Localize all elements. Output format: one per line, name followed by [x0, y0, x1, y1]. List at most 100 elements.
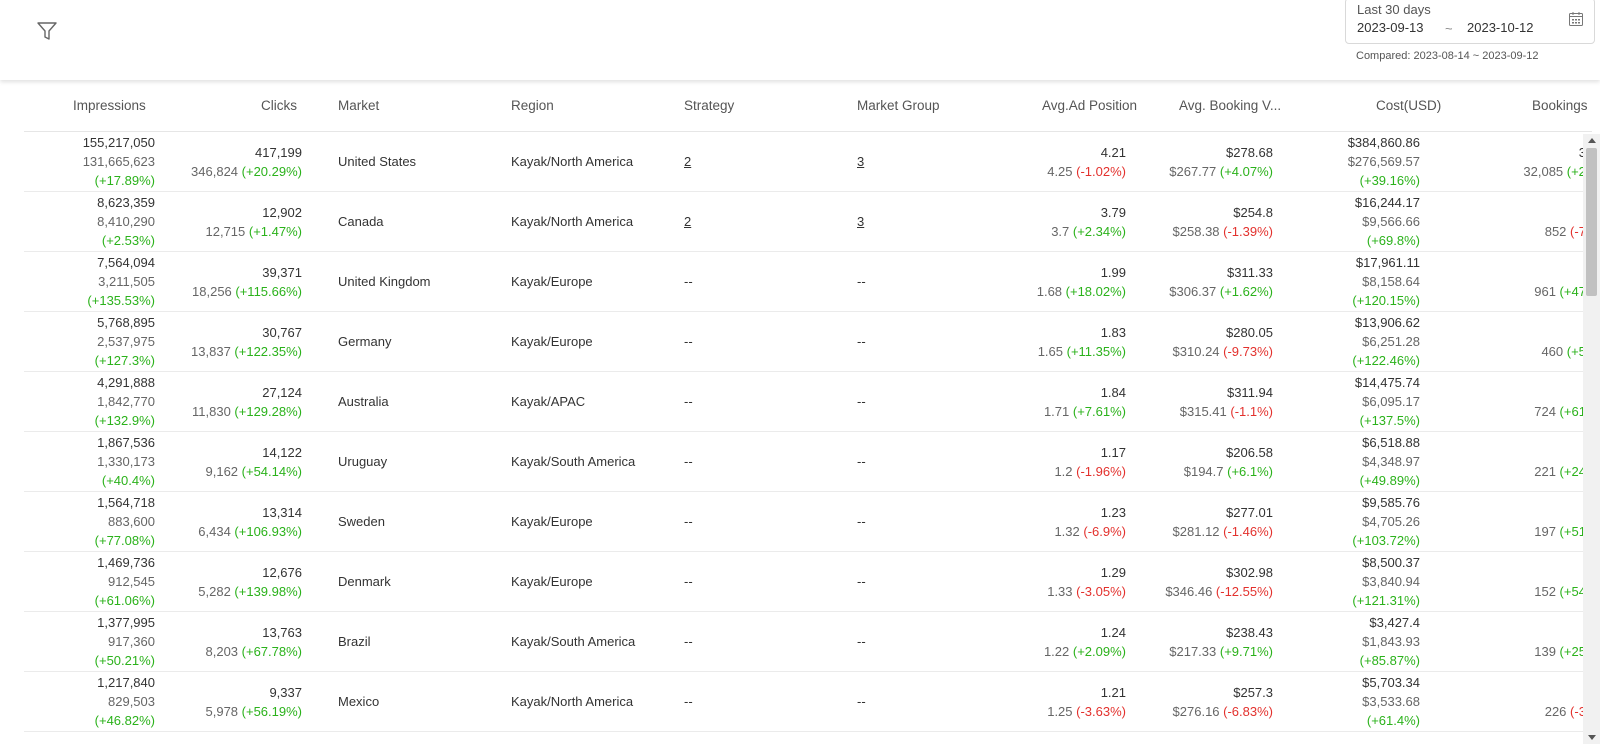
cell-market: Brazil	[338, 612, 498, 671]
cell-strategy[interactable]: 2	[684, 192, 744, 251]
abv-comparison-line: $267.77 (+4.07%)	[1169, 162, 1273, 181]
clicks-comparison-line: 346,824 (+20.29%)	[191, 162, 302, 181]
col-header-clicks[interactable]: Clicks	[261, 98, 297, 113]
cost-current-value: $384,860.86	[1347, 135, 1420, 150]
filter-icon[interactable]	[36, 20, 58, 42]
cell-strategy[interactable]: --	[684, 372, 744, 431]
group-value[interactable]: 3	[857, 152, 864, 171]
cell-group[interactable]: 3	[857, 132, 917, 191]
cell-pos: 1.83 1.65 (+11.35%)	[1004, 312, 1126, 371]
table-row[interactable]: 7,564,094 3,211,505 (+135.53%) 39,371 18,256…	[24, 252, 1592, 312]
pos-previous-value: 1.32	[1054, 523, 1084, 539]
table-row[interactable]: 1,867,536 1,330,173 (+40.4%) 14,122 9,162 (…	[24, 432, 1592, 492]
cell-book: 32,932,085 (+2.64	[1454, 132, 1592, 191]
table-header: Impressions Clicks Market Region Strateg…	[24, 88, 1592, 132]
cost-previous-value: $276,569.57	[1347, 154, 1420, 169]
cell-group[interactable]: --	[857, 312, 917, 371]
market-value: Canada	[338, 214, 384, 229]
clicks-change-percent: (+56.19%)	[241, 703, 302, 719]
cost-change-percent: (+137.5%)	[1359, 413, 1420, 428]
table-row[interactable]: 8,623,359 8,410,290 (+2.53%) 12,902 12,715 …	[24, 192, 1592, 252]
impr-current-value: 4,291,888	[97, 375, 155, 390]
cell-strategy[interactable]: --	[684, 552, 744, 611]
clicks-comparison-line: 5,282 (+139.98%)	[198, 582, 302, 601]
cell-group[interactable]: --	[857, 612, 917, 671]
cell-strategy[interactable]: --	[684, 492, 744, 551]
pos-change-percent: (-3.63%)	[1076, 703, 1126, 719]
clicks-previous-value: 5,978	[205, 703, 242, 719]
strategy-value[interactable]: 2	[684, 152, 691, 171]
table-row[interactable]: 155,217,050 131,665,623 (+17.89%) 417,199 34…	[24, 132, 1592, 192]
col-header-avg-booking-value[interactable]: Avg. Booking V...	[1179, 98, 1281, 113]
cell-strategy[interactable]: --	[684, 252, 744, 311]
group-value: --	[857, 574, 866, 589]
col-header-region[interactable]: Region	[511, 98, 554, 113]
cost-previous-value: $6,095.17	[1362, 394, 1420, 409]
cell-group[interactable]: --	[857, 492, 917, 551]
pos-change-percent: (+2.09%)	[1072, 643, 1126, 659]
table-row[interactable]: 1,377,995 917,360 (+50.21%) 13,763 8,203 (+…	[24, 612, 1592, 672]
date-range-picker[interactable]: Last 30 days 2023-09-13 ~ 2023-10-12	[1345, 0, 1595, 44]
impr-previous-value: 8,410,290	[97, 214, 155, 229]
table-row[interactable]: 1,564,718 883,600 (+77.08%) 13,314 6,434 (+…	[24, 492, 1592, 552]
impr-change-percent: (+17.89%)	[94, 173, 155, 188]
col-header-cost[interactable]: Cost(USD)	[1376, 98, 1441, 113]
date-end-input[interactable]: 2023-10-12	[1467, 20, 1534, 35]
impr-current-value: 8,623,359	[97, 195, 155, 210]
cell-clicks: 12,676 5,282 (+139.98%)	[174, 552, 302, 611]
pos-change-percent: (-1.02%)	[1076, 163, 1126, 179]
col-header-strategy[interactable]: Strategy	[684, 98, 734, 113]
abv-previous-value: $217.33	[1169, 643, 1220, 659]
cell-strategy[interactable]: --	[684, 432, 744, 491]
cost-previous-value: $4,705.26	[1362, 514, 1420, 529]
scroll-down-icon[interactable]	[1588, 735, 1596, 740]
vertical-scrollbar[interactable]	[1583, 134, 1600, 744]
cell-strategy[interactable]: 2	[684, 132, 744, 191]
col-header-avg-ad-position[interactable]: Avg.Ad Position	[1042, 98, 1137, 113]
cell-strategy[interactable]: --	[684, 612, 744, 671]
date-start-input[interactable]: 2023-09-13	[1357, 20, 1424, 35]
cell-cost: $3,427.4 $1,843.93 (+85.87%)	[1314, 612, 1420, 671]
cell-group[interactable]: --	[857, 672, 917, 731]
cell-group[interactable]: --	[857, 552, 917, 611]
pos-comparison-line: 1.33 (-3.05%)	[1047, 582, 1126, 601]
table-row[interactable]: 4,291,888 1,842,770 (+132.9%) 27,124 11,830 …	[24, 372, 1592, 432]
cell-pos: 1.29 1.33 (-3.05%)	[1004, 552, 1126, 611]
cell-group[interactable]: --	[857, 372, 917, 431]
strategy-value[interactable]: 2	[684, 212, 691, 231]
clicks-current-value: 12,676	[262, 564, 302, 580]
cell-group[interactable]: --	[857, 252, 917, 311]
group-value[interactable]: 3	[857, 212, 864, 231]
scrollbar-thumb[interactable]	[1586, 148, 1597, 296]
cell-group[interactable]: 3	[857, 192, 917, 251]
abv-current-value: $311.94	[1226, 384, 1273, 400]
impr-current-value: 5,768,895	[97, 315, 155, 330]
pos-comparison-line: 1.65 (+11.35%)	[1038, 342, 1126, 361]
cell-strategy[interactable]: --	[684, 672, 744, 731]
clicks-previous-value: 11,830	[192, 403, 235, 419]
impr-change-percent: (+135.53%)	[87, 293, 155, 308]
col-header-bookings[interactable]: Bookings	[1532, 98, 1588, 113]
cell-group[interactable]: --	[857, 432, 917, 491]
pos-previous-value: 3.7	[1051, 223, 1073, 239]
abv-current-value: $311.33	[1226, 264, 1273, 280]
calendar-icon[interactable]	[1568, 11, 1584, 27]
cell-market: Germany	[338, 312, 498, 371]
cell-strategy[interactable]: --	[684, 312, 744, 371]
cell-impr: 1,867,536 1,330,173 (+40.4%)	[24, 432, 155, 491]
scroll-up-icon[interactable]	[1588, 138, 1596, 143]
cell-market: Denmark	[338, 552, 498, 611]
cost-current-value: $5,703.34	[1362, 675, 1420, 690]
cost-change-percent: (+121.31%)	[1352, 593, 1420, 608]
impr-previous-value: 131,665,623	[82, 154, 155, 169]
clicks-previous-value: 13,837	[191, 343, 235, 359]
col-header-impressions[interactable]: Impressions	[73, 98, 146, 113]
pos-current-value: 1.99	[1100, 264, 1126, 280]
table-row[interactable]: 1,217,840 829,503 (+46.82%) 9,337 5,978 (+5…	[24, 672, 1592, 732]
col-header-market[interactable]: Market	[338, 98, 379, 113]
col-header-market-group[interactable]: Market Group	[857, 98, 940, 113]
table-row[interactable]: 1,469,736 912,545 (+61.06%) 12,676 5,282 (+…	[24, 552, 1592, 612]
book-previous-value: 197	[1534, 523, 1560, 539]
cell-book: 2152 (+54.61	[1454, 552, 1592, 611]
table-row[interactable]: 5,768,895 2,537,975 (+127.3%) 30,767 13,837 …	[24, 312, 1592, 372]
